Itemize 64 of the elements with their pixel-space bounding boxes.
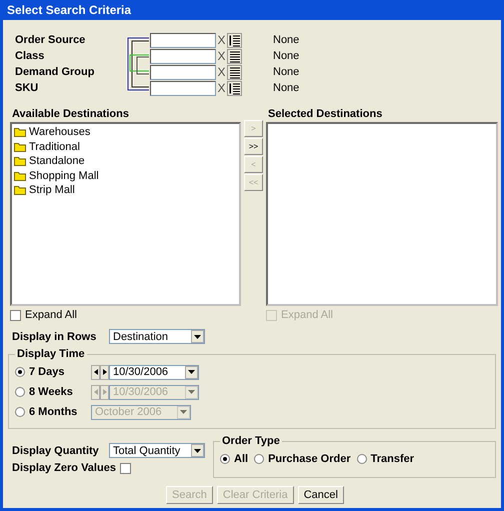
- date-field[interactable]: 10/30/2006: [109, 364, 199, 380]
- field-label: Demand Group: [15, 66, 96, 78]
- list-title: Selected Destinations: [268, 108, 384, 120]
- tree-item[interactable]: Standalone: [29, 155, 85, 168]
- numbered-list-icon[interactable]: [227, 32, 242, 48]
- clear-button[interactable]: X: [216, 81, 227, 95]
- criteria-input[interactable]: [150, 64, 216, 80]
- criteria-value: None: [272, 34, 300, 46]
- tree-item[interactable]: Shopping Mall: [29, 170, 99, 182]
- field-label: Display in Rows: [12, 330, 98, 342]
- radio-button[interactable]: [15, 367, 25, 377]
- group-title: Order Type: [221, 435, 281, 447]
- checkbox[interactable]: [120, 462, 131, 474]
- folder-icon: [14, 170, 26, 181]
- field-label: Order Source: [15, 34, 86, 46]
- radio-label: 7 Days: [29, 366, 64, 378]
- radio-button[interactable]: [254, 454, 264, 464]
- dropdown-arrow-icon: [188, 390, 195, 394]
- group-title: Display Time: [16, 348, 86, 360]
- radio-label: 6 Months: [29, 406, 78, 418]
- dropdown-arrow-icon: [194, 448, 201, 452]
- next-icon[interactable]: [100, 364, 109, 380]
- radio-button[interactable]: [356, 454, 367, 464]
- field-label: SKU: [15, 82, 40, 94]
- criteria-input[interactable]: [150, 48, 216, 64]
- dialog-button[interactable]: Cancel: [298, 486, 344, 504]
- dropdown-arrow-icon: [194, 334, 201, 338]
- dropdown-arrow-icon: [180, 410, 187, 414]
- field-label: Display Quantity: [12, 444, 100, 456]
- field-label: Class: [15, 50, 46, 62]
- field-label: Display Zero Values: [12, 462, 116, 474]
- dropdown-arrow-icon: [188, 370, 195, 374]
- folder-icon: [14, 127, 26, 138]
- radio-label: All: [234, 453, 248, 465]
- numbered-list-icon[interactable]: [227, 80, 242, 96]
- list-title: Available Destinations: [12, 108, 130, 120]
- clear-button[interactable]: X: [216, 49, 227, 63]
- previous-icon[interactable]: [91, 364, 100, 380]
- checkbox-label: Expand All: [281, 309, 333, 321]
- list-icon[interactable]: [227, 64, 242, 80]
- transfer-button[interactable]: >>: [244, 138, 263, 155]
- folder-icon: [14, 156, 26, 166]
- clear-button[interactable]: X: [216, 33, 227, 47]
- folder-icon: [14, 142, 26, 152]
- window-title: Select Search Criteria: [6, 2, 132, 19]
- rows-dropdown[interactable]: Destination: [109, 329, 205, 344]
- criteria-value: None: [272, 66, 300, 78]
- criteria-input[interactable]: [150, 32, 216, 48]
- checkbox[interactable]: [10, 310, 21, 320]
- criteria-value: None: [272, 82, 300, 94]
- tree-item[interactable]: Strip Mall: [29, 184, 75, 196]
- criteria-input[interactable]: [150, 80, 216, 96]
- radio-button[interactable]: [220, 454, 230, 464]
- quantity-dropdown[interactable]: Total Quantity: [109, 443, 205, 458]
- folder-icon: [14, 185, 26, 196]
- list-icon[interactable]: [227, 48, 242, 64]
- tree-item[interactable]: Warehouses: [29, 126, 90, 138]
- tree-item[interactable]: Traditional: [29, 140, 80, 153]
- radio-label: Transfer: [370, 453, 414, 465]
- radio-label: Purchase Order: [268, 453, 351, 465]
- radio-label: 8 Weeks: [29, 386, 73, 398]
- checkbox-label: Expand All: [25, 309, 77, 321]
- clear-button[interactable]: X: [216, 65, 227, 79]
- criteria-value: None: [272, 50, 300, 62]
